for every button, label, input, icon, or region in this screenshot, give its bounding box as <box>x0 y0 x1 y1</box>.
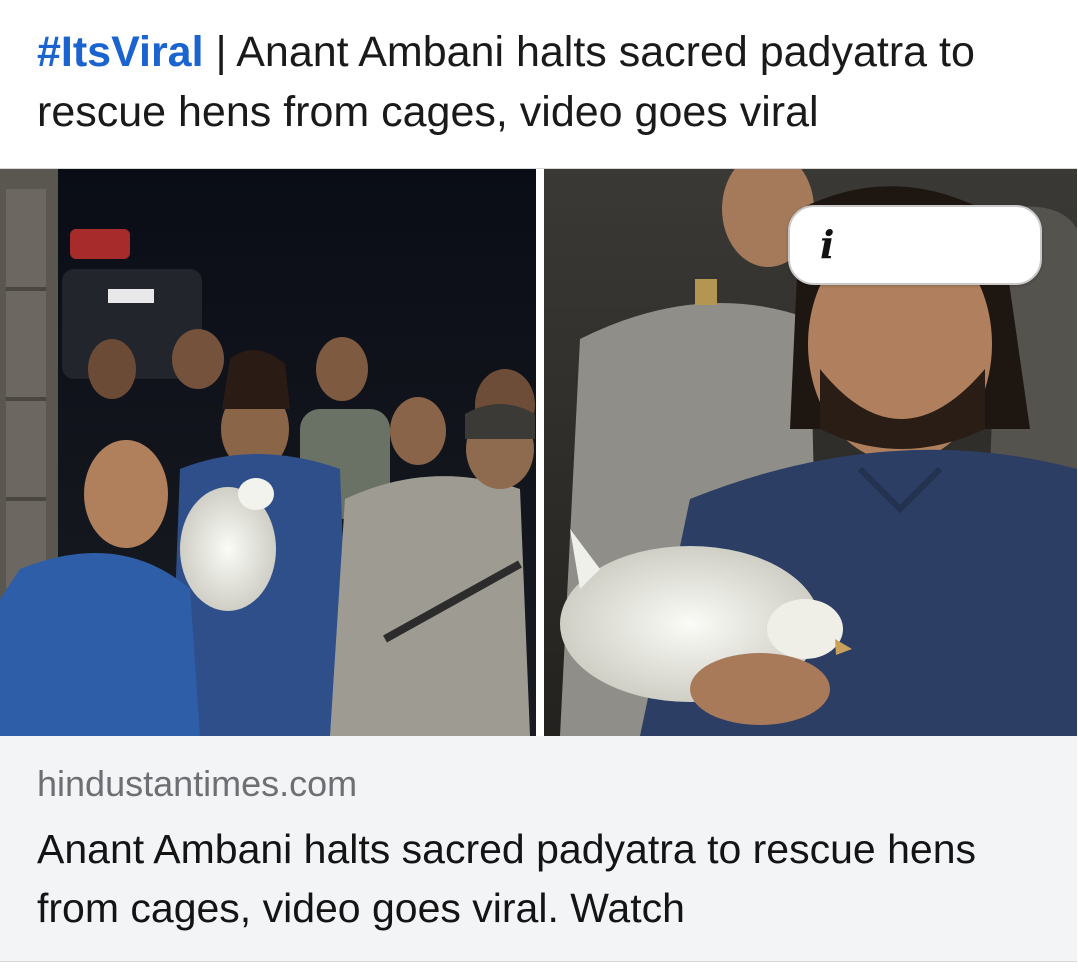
post-text: #ItsViral | Anant Ambani halts sacred pa… <box>37 22 1047 142</box>
info-button[interactable]: i <box>788 205 1042 285</box>
left-photo <box>0 169 536 736</box>
link-preview-footer[interactable]: hindustantimes.com Anant Ambani halts sa… <box>0 736 1077 961</box>
info-icon: i <box>820 222 835 267</box>
link-preview-image[interactable]: i <box>0 169 1077 736</box>
article-headline[interactable]: Anant Ambani halts sacred padyatra to re… <box>37 820 1037 938</box>
separator: | <box>203 28 237 76</box>
source-domain: hindustantimes.com <box>37 763 358 804</box>
link-preview-card[interactable]: i hindustantimes.com Anant Ambani halts … <box>0 168 1077 962</box>
hashtag-link[interactable]: #ItsViral <box>37 28 204 76</box>
